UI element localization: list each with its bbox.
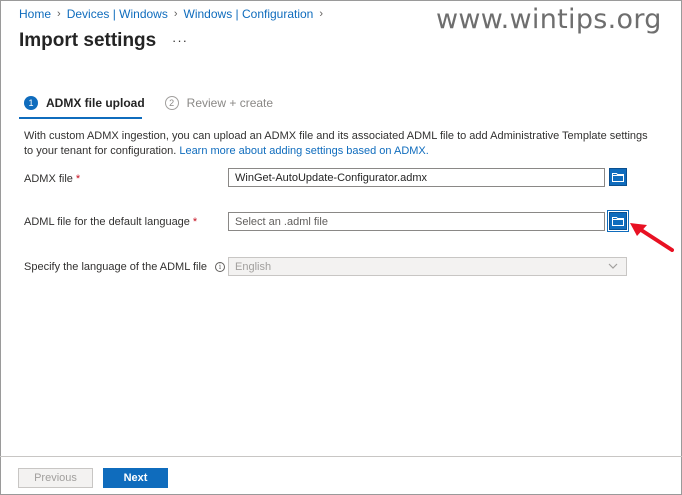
page-title: Import settings — [19, 30, 157, 51]
adml-file-label-text: ADML file for the default language — [24, 216, 190, 228]
admx-browse-button[interactable] — [609, 168, 627, 186]
watermark: www.wintips.org — [436, 4, 662, 35]
step-number-badge: 2 — [164, 96, 179, 110]
footer-divider — [0, 456, 682, 457]
step-label: Review + create — [186, 96, 274, 110]
adml-file-placeholder: Select an .adml file — [235, 215, 328, 228]
breadcrumb-separator-icon: › — [173, 8, 178, 20]
breadcrumb-separator-icon: › — [319, 8, 324, 20]
red-arrow-annotation-icon — [630, 223, 674, 252]
breadcrumb-separator-icon: › — [57, 8, 61, 20]
window-frame — [0, 0, 682, 495]
required-marker: * — [192, 216, 198, 228]
info-icon[interactable]: i — [215, 262, 226, 272]
description-text: With custom ADMX ingestion, you can uplo… — [24, 129, 654, 159]
wizard-stepper: 1 ADMX file upload 2 Review + create — [24, 96, 273, 110]
breadcrumb-home[interactable]: Home — [19, 7, 51, 21]
learn-more-link[interactable]: Learn more about adding settings based o… — [179, 145, 429, 157]
adml-language-label-text: Specify the language of the ADML file — [24, 261, 208, 273]
folder-icon — [612, 217, 624, 226]
adml-language-selected: English — [235, 260, 272, 273]
active-step-indicator — [19, 117, 142, 119]
adml-browse-button[interactable] — [607, 210, 629, 232]
admx-file-label: ADMX file * — [24, 173, 80, 185]
breadcrumb: Home › Devices | Windows › Windows | Con… — [19, 7, 329, 21]
step-admx-file-upload[interactable]: 1 ADMX file upload — [24, 96, 145, 110]
step-review-create[interactable]: 2 Review + create — [164, 96, 274, 110]
adml-file-input[interactable]: Select an .adml file — [228, 212, 605, 231]
step-number-badge: 1 — [24, 96, 38, 110]
adml-file-label: ADML file for the default language * — [24, 216, 197, 228]
more-options-icon[interactable]: ··· — [172, 33, 188, 48]
step-label: ADMX file upload — [46, 96, 145, 110]
required-marker: * — [75, 173, 81, 185]
adml-language-select[interactable]: English — [228, 257, 627, 276]
admx-file-label-text: ADMX file — [24, 173, 73, 185]
previous-button[interactable]: Previous — [18, 468, 93, 488]
admx-file-input[interactable]: WinGet-AutoUpdate-Configurator.admx — [228, 168, 605, 187]
chevron-down-icon — [608, 263, 618, 269]
folder-icon — [612, 173, 624, 182]
breadcrumb-devices-windows[interactable]: Devices | Windows — [67, 7, 168, 21]
breadcrumb-windows-configuration[interactable]: Windows | Configuration — [184, 7, 314, 21]
next-button[interactable]: Next — [103, 468, 168, 488]
adml-language-label: Specify the language of the ADML file i — [24, 261, 226, 273]
admx-file-value: WinGet-AutoUpdate-Configurator.admx — [235, 171, 427, 184]
